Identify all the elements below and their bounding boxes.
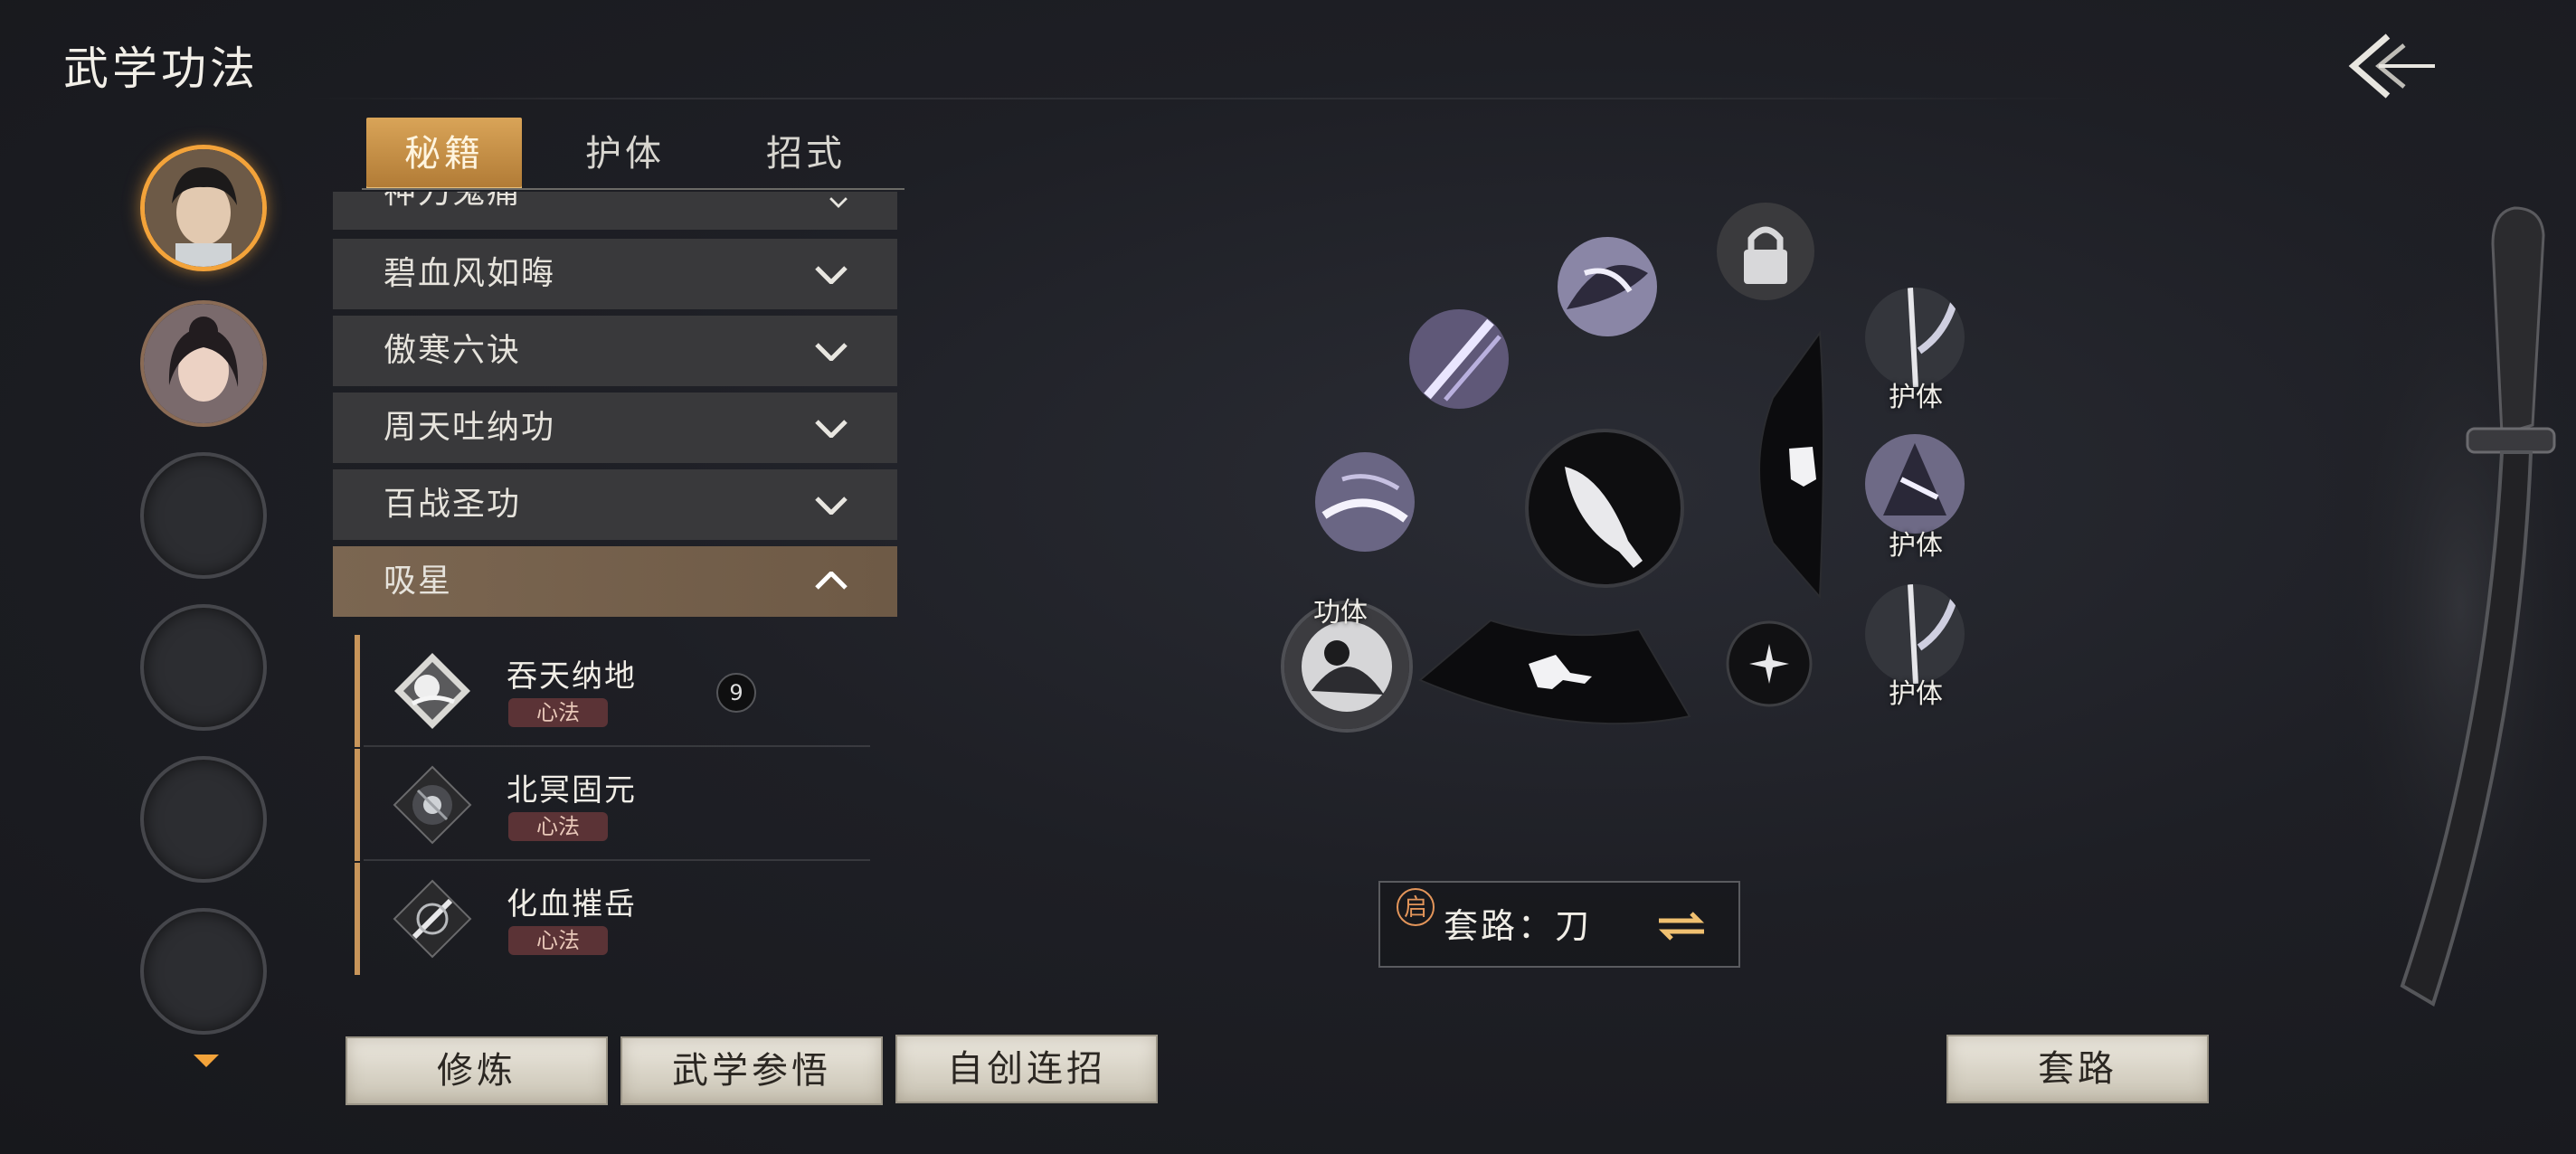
- huti-label: 护体: [1889, 678, 1943, 710]
- swap-icon[interactable]: [1655, 908, 1708, 944]
- chevron-down-icon: [815, 266, 848, 284]
- skill-orb-huti-1[interactable]: [1865, 288, 1965, 387]
- category-label: 周天吐纳功: [384, 409, 556, 446]
- skill-orb-upper-left[interactable]: [1409, 309, 1509, 409]
- huti-label: 护体: [1889, 382, 1943, 413]
- practice-button[interactable]: 修炼: [346, 1036, 608, 1105]
- category-item-expanded[interactable]: 吸星: [333, 546, 897, 617]
- skill-orb-huti-3[interactable]: [1865, 584, 1965, 684]
- category-item[interactable]: 百战圣功: [333, 469, 897, 540]
- category-label: 百战圣功: [384, 486, 522, 523]
- route-button[interactable]: 套路: [1946, 1035, 2209, 1103]
- category-item[interactable]: 碧血风如晦: [333, 239, 897, 309]
- custom-combo-button[interactable]: 自创连招: [895, 1035, 1158, 1103]
- category-item[interactable]: 周天吐纳功: [333, 393, 897, 463]
- tab-underline: [362, 188, 904, 190]
- category-label: 傲寒六诀: [384, 332, 522, 369]
- chevron-down-icon: [815, 343, 848, 361]
- category-label: 碧血风如晦: [384, 255, 556, 292]
- tab-huti[interactable]: 护体: [547, 118, 703, 190]
- comprehend-button[interactable]: 武学参悟: [620, 1036, 883, 1105]
- item-divider: [364, 859, 870, 861]
- back-arrow-icon[interactable]: [2341, 25, 2440, 107]
- chevron-down-icon[interactable]: [190, 1049, 223, 1073]
- route-selector[interactable]: 启 套路：刀: [1378, 881, 1740, 968]
- level-badge: 9: [716, 673, 756, 713]
- gongti-label: 功体: [1313, 597, 1368, 629]
- avatar-character-1[interactable]: [140, 145, 267, 271]
- header-divider: [298, 98, 2107, 99]
- item-divider: [364, 745, 870, 747]
- avatar-character-2[interactable]: [140, 300, 267, 427]
- item-accent-bar: [355, 635, 360, 747]
- avatar-slot-empty[interactable]: [140, 908, 267, 1035]
- huti-label: 护体: [1889, 530, 1943, 562]
- category-item[interactable]: 傲寒六诀: [333, 316, 897, 386]
- skill-icon: [394, 653, 470, 729]
- skill-list-item[interactable]: 化血摧岳 心法: [355, 863, 879, 975]
- category-partial[interactable]: 神刀鬼痛: [333, 192, 897, 230]
- skill-list-item[interactable]: 北冥固元 心法: [355, 749, 879, 861]
- avatar-slot-empty[interactable]: [140, 604, 267, 731]
- skill-orb-top[interactable]: [1558, 237, 1657, 336]
- category-label: 吸星: [384, 563, 453, 600]
- route-badge: 启: [1397, 888, 1435, 926]
- skill-name: 化血摧岳: [507, 886, 637, 922]
- route-label: 套路：刀: [1444, 906, 1593, 946]
- skill-type-tag: 心法: [508, 812, 608, 841]
- skill-orb-left[interactable]: [1315, 452, 1415, 552]
- category-label: 神刀鬼痛: [384, 192, 522, 211]
- item-accent-bar: [355, 863, 360, 975]
- skill-type-tag: 心法: [508, 698, 608, 727]
- tab-zhaoshi[interactable]: 招式: [728, 118, 884, 190]
- saber-weapon-icon: [2325, 181, 2569, 1031]
- skill-icon: [393, 765, 472, 845]
- skill-name: 北冥固元: [507, 772, 637, 809]
- tab-miji[interactable]: 秘籍: [366, 118, 522, 190]
- chevron-down-icon: [815, 497, 848, 515]
- chevron-down-icon: [815, 420, 848, 438]
- skill-list-item[interactable]: 吞天纳地 心法 9: [355, 635, 879, 747]
- skill-name: 吞天纳地: [507, 658, 637, 695]
- avatar-slot-empty[interactable]: [140, 452, 267, 579]
- skill-type-tag: 心法: [508, 926, 608, 955]
- avatar-slot-empty[interactable]: [140, 756, 267, 883]
- skill-orb-huti-2[interactable]: [1865, 434, 1965, 534]
- chevron-up-icon: [815, 572, 848, 590]
- item-accent-bar: [355, 749, 360, 861]
- page-title: 武学功法: [63, 43, 259, 95]
- chevron-down-icon: [829, 197, 848, 208]
- skill-icon: [393, 879, 472, 959]
